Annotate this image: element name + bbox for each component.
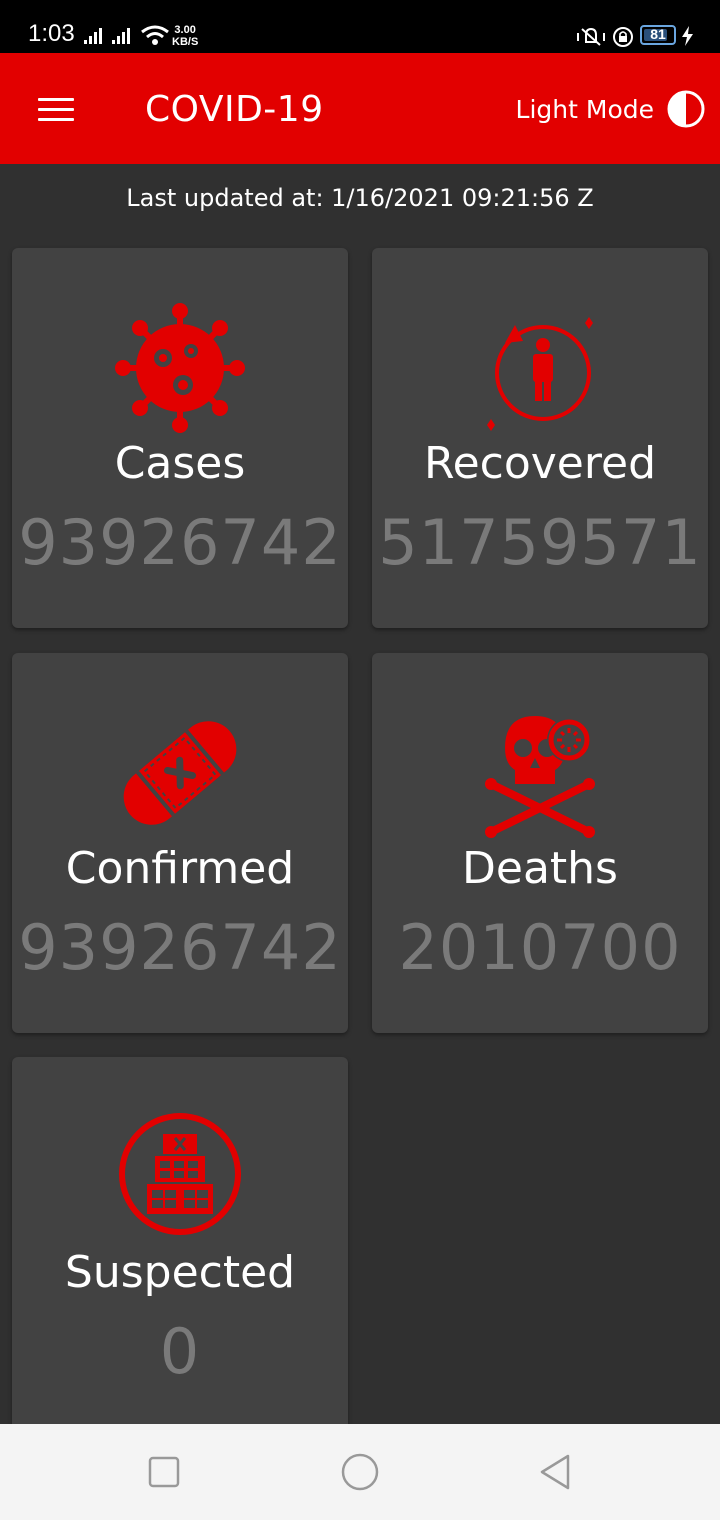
network-speed-unit: KB/S [172,36,199,48]
square-recents-icon[interactable] [144,1452,184,1492]
hamburger-menu-icon[interactable] [36,94,76,124]
card-cases[interactable]: Cases 93926742 [12,248,348,628]
card-cases-value: 93926742 [18,506,342,579]
card-deaths-value: 2010700 [398,911,682,984]
vibrate-bell-off-icon [577,27,605,46]
hospital-building-icon [119,1113,241,1235]
virus-icon [115,303,245,433]
light-mode-label: Light Mode [515,94,654,124]
card-deaths-icon-wrap [372,703,708,843]
card-deaths[interactable]: Deaths 2010700 [372,653,708,1033]
card-recovered-icon-wrap [372,298,708,438]
card-recovered[interactable]: Recovered 51759571 [372,248,708,628]
card-cases-icon-wrap [12,298,348,438]
last-updated-text: Last updated at: 1/16/2021 09:21:56 Z [126,184,594,212]
battery-level: 81 [650,26,666,42]
card-suspected-label: Suspected [64,1247,296,1298]
card-deaths-label: Deaths [462,843,618,894]
charging-bolt-icon [682,26,693,46]
app-title: COVID-19 [145,89,324,130]
card-confirmed-value: 93926742 [18,911,342,984]
wifi-icon [141,25,169,45]
card-recovered-value: 51759571 [378,506,702,579]
card-suspected[interactable]: Suspected 0 [12,1057,348,1437]
bandage-icon [123,721,237,825]
battery-indicator: 81 [640,25,676,45]
card-cases-label: Cases [114,438,246,489]
app-bar: COVID-19 Light Mode [0,53,720,164]
circle-home-icon[interactable] [340,1452,380,1492]
status-time: 1:03 [28,20,75,47]
card-recovered-label: Recovered [423,438,656,489]
card-confirmed-icon-wrap [12,703,348,843]
card-suspected-icon-wrap [12,1107,348,1247]
recovered-person-icon [487,317,593,431]
status-bar: 1:03 3.00 KB/S 81 [0,0,720,53]
skull-crossbones-icon [485,716,595,838]
card-confirmed[interactable]: Confirmed 93926742 [12,653,348,1033]
triangle-back-icon[interactable] [536,1452,576,1492]
light-mode-toggle[interactable]: Light Mode [516,89,706,129]
signal-strength-2-icon [112,28,130,44]
half-circle-contrast-icon [667,90,705,128]
network-speed: 3.00 KB/S [172,24,198,48]
lock-circle-icon [613,27,633,47]
system-nav-bar [0,1424,720,1520]
card-confirmed-label: Confirmed [65,843,295,894]
network-speed-value: 3.00 [174,24,196,36]
card-suspected-value: 0 [159,1315,201,1388]
signal-strength-icon [84,28,102,44]
